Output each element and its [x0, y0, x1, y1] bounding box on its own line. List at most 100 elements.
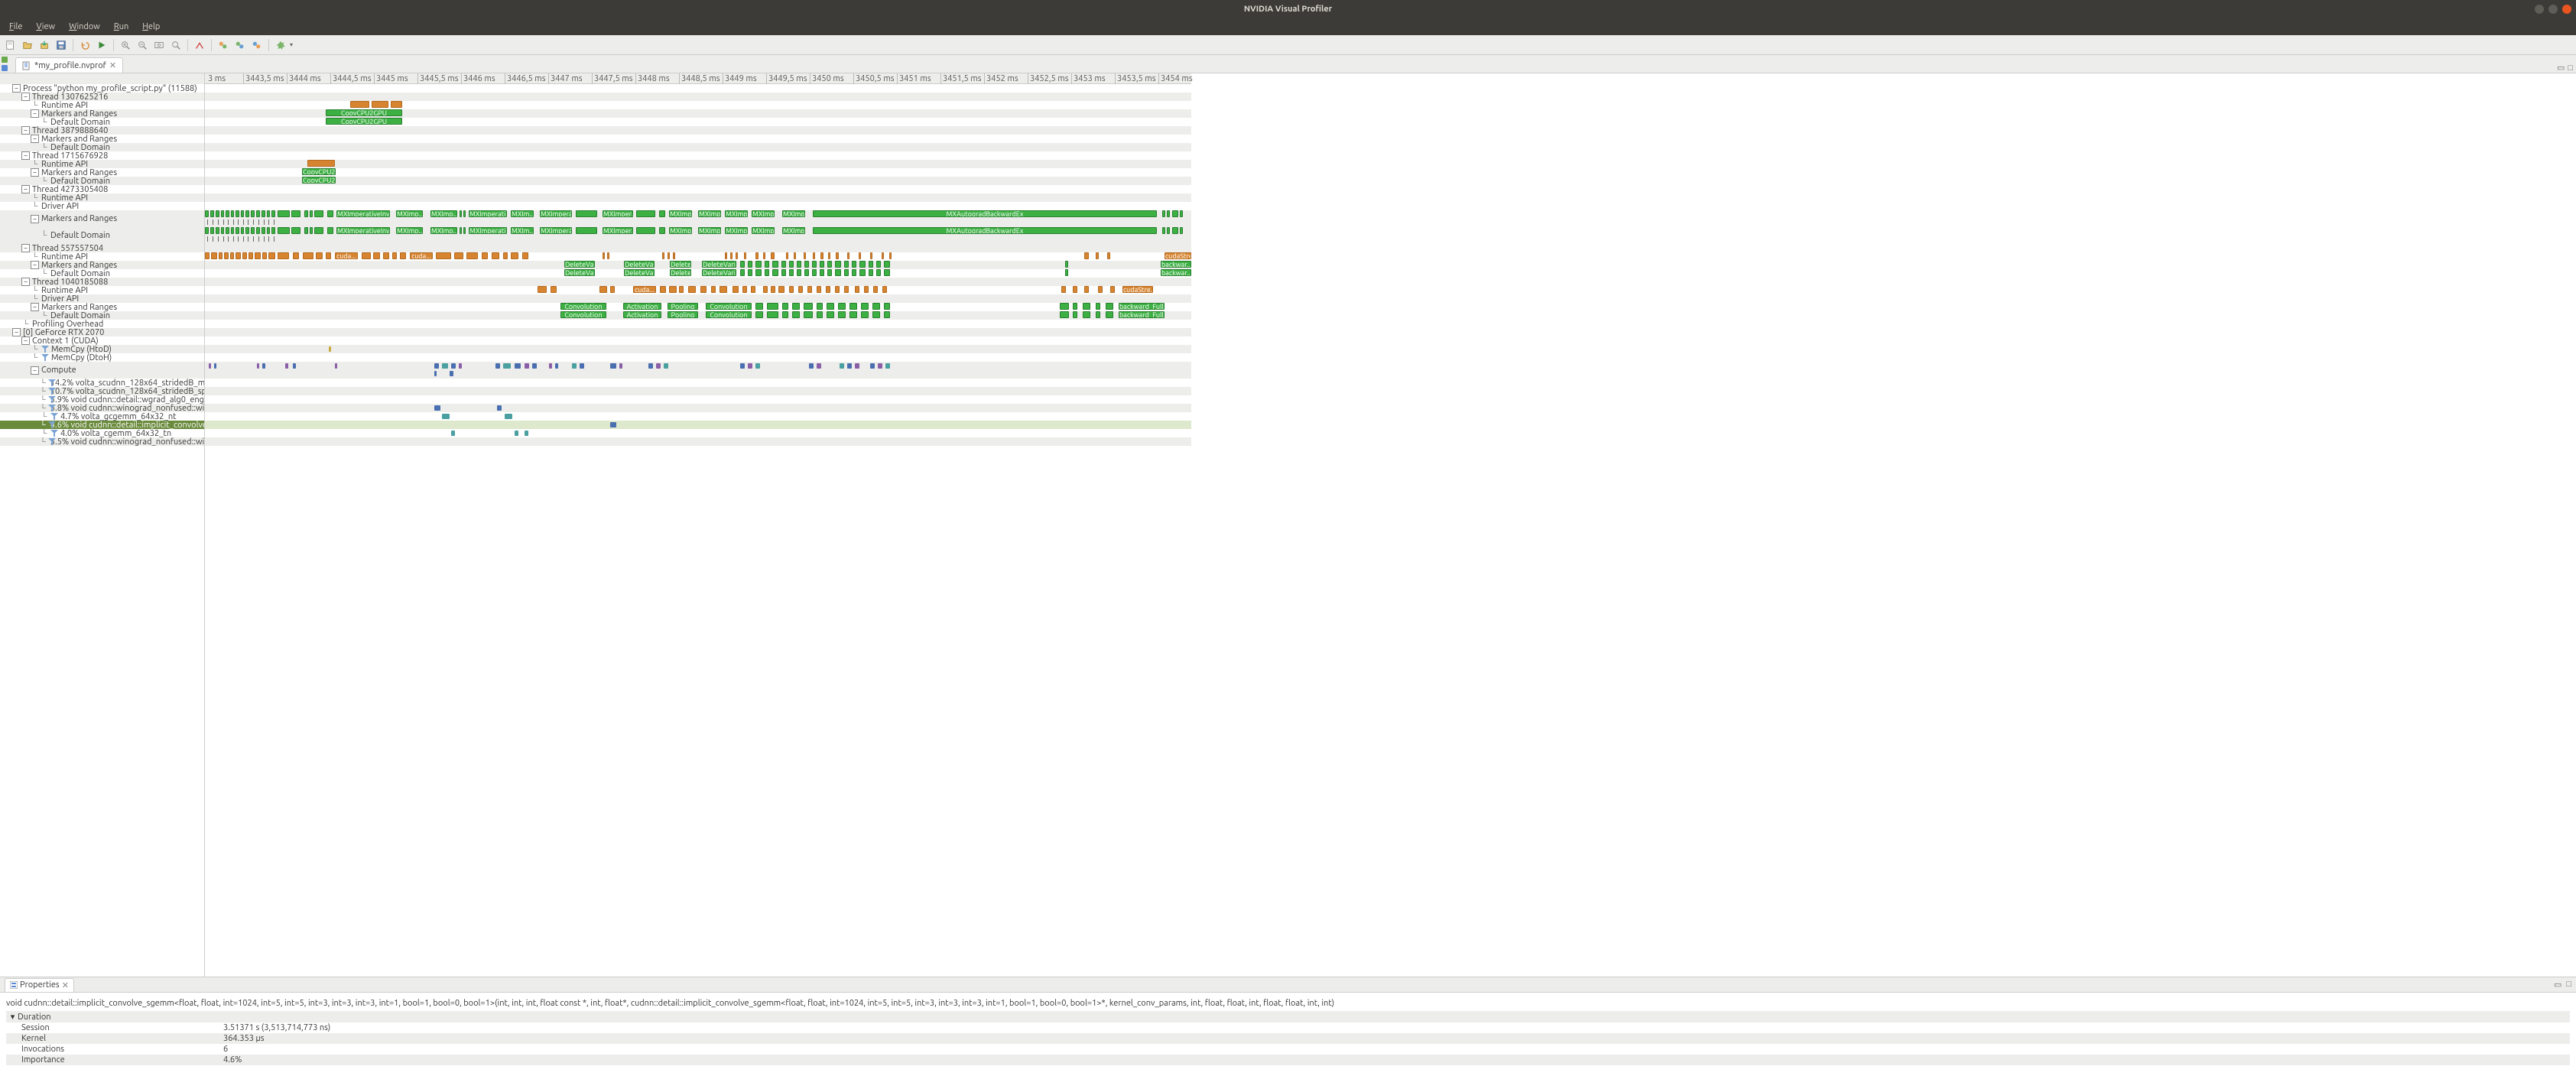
range-bar[interactable]: CopyCPU2GPU	[326, 118, 402, 125]
menu-help[interactable]: Help	[136, 21, 166, 33]
tree-kernel[interactable]: └4.0% volta_cgemm_64x32_tn	[0, 429, 204, 437]
collapse-icon[interactable]: −	[21, 126, 30, 135]
tree-default-domain[interactable]: └Default Domain	[0, 143, 204, 151]
timeline-row[interactable]	[205, 387, 1191, 395]
collapse-icon[interactable]: −	[31, 109, 39, 118]
play-icon[interactable]	[94, 37, 109, 53]
collapse-icon[interactable]: −	[31, 261, 39, 269]
menu-window[interactable]: Window	[63, 21, 106, 33]
menu-run[interactable]: Run	[108, 21, 135, 33]
properties-body[interactable]: void cudnn::detail::implicit_convolve_sg…	[0, 993, 2576, 1076]
collapse-icon[interactable]: −	[12, 84, 21, 93]
maximize-icon[interactable]	[2548, 5, 2558, 14]
undo-icon[interactable]	[77, 37, 93, 53]
minimize-pane-icon[interactable]: ▭	[2557, 63, 2565, 73]
menu-file[interactable]: File	[3, 21, 28, 33]
range-bar[interactable]: CopyCPU2GPU	[326, 109, 402, 116]
import-icon[interactable]	[37, 37, 52, 53]
tree-driver-api[interactable]: └Driver API	[0, 202, 204, 210]
tree-kernel[interactable]: └5.8% void cudnn::winograd_nonfused::win…	[0, 404, 204, 412]
tree-thread[interactable]: −Thread 557557504	[0, 244, 204, 252]
marker-blue-icon[interactable]	[0, 63, 9, 72]
open-icon[interactable]	[20, 37, 35, 53]
tree-context[interactable]: −Context 1 (CUDA)	[0, 336, 204, 345]
tree-default-domain[interactable]: └Default Domain	[0, 118, 204, 126]
tree-kernel[interactable]: └4.7% volta_gcgemm_64x32_nt	[0, 412, 204, 421]
tree-memcpy-dtoh[interactable]: └MemCpy (DtoH)	[0, 353, 204, 362]
tree-runtime-api[interactable]: └Runtime API	[0, 193, 204, 202]
tree-markers[interactable]: −Markers and Ranges	[0, 109, 204, 118]
timeline-row[interactable]: Convolution Activation Pooling Convoluti…	[205, 303, 1191, 311]
tree-default-domain[interactable]: └Default Domain	[0, 269, 204, 278]
tree-default-domain[interactable]: └Default Domain	[0, 177, 204, 185]
range-bar[interactable]	[307, 160, 335, 167]
tree-thread[interactable]: −Thread 1715676928	[0, 151, 204, 160]
tree-markers[interactable]: −Markers and Ranges	[0, 303, 204, 311]
collapse-icon[interactable]: −	[31, 215, 39, 223]
zoom-reset-icon[interactable]	[168, 37, 184, 53]
tree-kernel[interactable]: └5.9% void cudnn::detail::wgrad_alg0_eng…	[0, 395, 204, 404]
filter3-icon[interactable]	[249, 37, 265, 53]
tab-profile[interactable]: *my_profile.nvprof ✕	[15, 57, 123, 73]
tab-close-icon[interactable]: ✕	[109, 60, 116, 70]
timeline-row[interactable]: cuda... cudaStre...	[205, 286, 1191, 294]
timeline-row[interactable]: DeleteVa... DeleteVa... Delete... Delete…	[205, 261, 1191, 269]
collapse-icon[interactable]: −	[12, 328, 21, 336]
timeline-row[interactable]	[205, 345, 1191, 353]
collapse-icon[interactable]: −	[21, 244, 30, 252]
tree-markers[interactable]: −Markers and Ranges	[0, 135, 204, 143]
range-bar[interactable]: CopyCPU2...	[302, 177, 336, 184]
tree-driver-api[interactable]: └Driver API	[0, 294, 204, 303]
collapse-icon[interactable]: ▾	[9, 1012, 16, 1022]
timeline-row[interactable]: Convolution Activation Pooling Convoluti…	[205, 311, 1191, 320]
timeline-row[interactable]	[205, 101, 1191, 109]
tree-default-domain[interactable]: └Default Domain	[0, 227, 204, 244]
range-bar[interactable]	[391, 101, 402, 108]
tree-column[interactable]: −Process "python my_profile_script.py" (…	[0, 73, 205, 977]
minimize-pane-icon[interactable]: ▭	[2554, 980, 2561, 990]
tree-thread[interactable]: −Thread 1307625216	[0, 93, 204, 101]
analyze-icon[interactable]	[192, 37, 207, 53]
timeline-row[interactable]	[205, 379, 1191, 387]
maximize-pane-icon[interactable]: □	[2568, 63, 2573, 73]
save-icon[interactable]	[54, 37, 69, 53]
collapse-icon[interactable]: −	[21, 185, 30, 193]
filter2-icon[interactable]	[232, 37, 248, 53]
tree-compute[interactable]: −Compute	[0, 362, 204, 379]
collapse-icon[interactable]: −	[21, 93, 30, 101]
tree-markers[interactable]: −Markers and Ranges	[0, 168, 204, 177]
tree-thread[interactable]: −Thread 4273305408	[0, 185, 204, 193]
tree-kernel[interactable]: └10.7% volta_scudnn_128x64_stridedB_spli…	[0, 387, 204, 395]
collapse-icon[interactable]: −	[21, 336, 30, 345]
tree-memcpy-htod[interactable]: └MemCpy (HtoD)	[0, 345, 204, 353]
tree-thread[interactable]: −Thread 1040185088	[0, 278, 204, 286]
collapse-icon[interactable]: −	[31, 168, 39, 177]
collapse-icon[interactable]: −	[31, 366, 39, 375]
timeline-row[interactable]: CopyCPU2...	[205, 177, 1191, 185]
timeline-row[interactable]: DeleteVa... DeleteVa... Delete... Delete…	[205, 269, 1191, 278]
maximize-pane-icon[interactable]: □	[2566, 980, 2571, 990]
collapse-icon[interactable]: −	[31, 135, 39, 143]
settings-icon[interactable]	[273, 37, 288, 53]
zoom-in-icon[interactable]	[118, 37, 133, 53]
timeline-row[interactable]: MXImperativeInvo... MXImp... MXImp... MX…	[205, 227, 1191, 244]
timeline-row[interactable]	[205, 437, 1191, 446]
timeline-row[interactable]	[205, 404, 1191, 412]
menu-view[interactable]: View	[30, 21, 61, 33]
filter1-icon[interactable]	[216, 37, 231, 53]
tree-runtime-api[interactable]: └Runtime API	[0, 160, 204, 168]
minimize-icon[interactable]	[2535, 5, 2544, 14]
collapse-icon[interactable]: −	[21, 278, 30, 286]
range-bar[interactable]: CopyCPU2...	[302, 168, 336, 175]
timeline-row[interactable]	[205, 395, 1191, 404]
tree-kernel[interactable]: └3.5% void cudnn::winograd_nonfused::win…	[0, 437, 204, 446]
tree-thread[interactable]: −Thread 3879888640	[0, 126, 204, 135]
tree-kernel[interactable]: └14.2% volta_scudnn_128x64_stridedB_medi…	[0, 379, 204, 387]
tree-kernel-selected[interactable]: └4.6% void cudnn::detail::implicit_convo…	[0, 421, 204, 429]
tree-runtime-api[interactable]: └Runtime API	[0, 252, 204, 261]
timeline-row[interactable]	[205, 412, 1191, 421]
tree-markers[interactable]: −Markers and Ranges	[0, 261, 204, 269]
timeline-row[interactable]: CopyCPU2...	[205, 168, 1191, 177]
timeline-row[interactable]	[205, 362, 1191, 379]
timeline-row[interactable]	[205, 160, 1191, 168]
